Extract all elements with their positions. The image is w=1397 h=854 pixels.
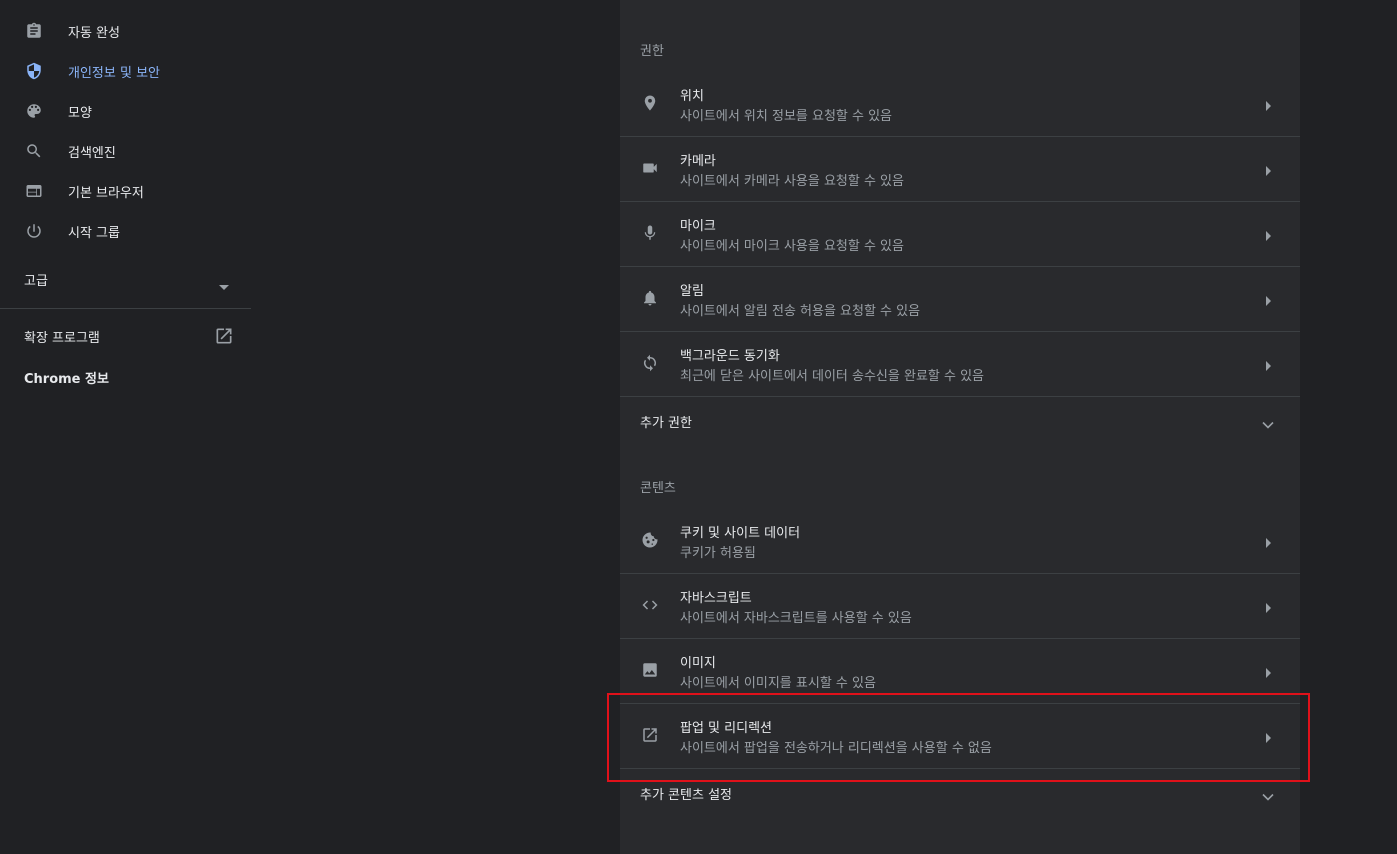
arrow-right-icon xyxy=(1264,357,1272,376)
sidebar-item-startup[interactable]: 시작 그룹 xyxy=(0,211,251,251)
chevron-down-icon xyxy=(1262,786,1274,805)
about-chrome-link[interactable]: Chrome 정보 xyxy=(24,368,109,387)
arrow-right-icon xyxy=(1264,227,1272,246)
row-title: 위치 xyxy=(680,89,704,104)
sidebar-item-label: 개인정보 및 보안 xyxy=(68,65,160,81)
search-icon xyxy=(24,141,44,161)
bell-icon xyxy=(640,288,660,308)
extensions-label: 확장 프로그램 xyxy=(24,331,100,346)
location-pin-icon xyxy=(640,93,660,113)
row-subtitle: 사이트에서 카메라 사용을 요청할 수 있음 xyxy=(680,174,904,189)
sidebar-item-label: 시작 그룹 xyxy=(68,225,120,241)
image-icon xyxy=(640,660,660,680)
row-title: 마이크 xyxy=(680,219,716,234)
highlight-box xyxy=(607,693,1310,782)
row-subtitle: 사이트에서 자바스크립트를 사용할 수 있음 xyxy=(680,611,912,626)
row-subtitle: 최근에 닫은 사이트에서 데이터 송수신을 완료할 수 있음 xyxy=(680,369,985,384)
microphone-icon xyxy=(640,223,660,243)
more-permissions-label: 추가 권한 xyxy=(640,416,692,431)
sidebar-item-privacy[interactable]: 개인정보 및 보안 xyxy=(0,51,251,91)
sidebar-item-autofill[interactable]: 자동 완성 xyxy=(0,11,251,51)
content-row-cookies[interactable]: 쿠키 및 사이트 데이터 쿠키가 허용됨 xyxy=(620,508,1300,573)
advanced-toggle[interactable]: 고급 xyxy=(0,259,251,299)
more-content-settings-label: 추가 콘텐츠 설정 xyxy=(640,788,732,803)
sidebar-item-search-engine[interactable]: 검색엔진 xyxy=(0,131,251,171)
more-permissions-toggle[interactable]: 추가 권한 xyxy=(620,397,1300,443)
row-title: 이미지 xyxy=(680,656,716,671)
row-title: 백그라운드 동기화 xyxy=(680,349,780,364)
sidebar-item-label: 자동 완성 xyxy=(68,25,120,41)
power-icon xyxy=(24,221,44,241)
content-row-javascript[interactable]: 자바스크립트 사이트에서 자바스크립트를 사용할 수 있음 xyxy=(620,573,1300,638)
sidebar-item-label: 기본 브라우저 xyxy=(68,185,144,201)
content-section-title: 콘텐츠 xyxy=(640,481,676,496)
palette-icon xyxy=(24,101,44,121)
row-subtitle: 쿠키가 허용됨 xyxy=(680,546,756,561)
row-subtitle: 사이트에서 알림 전송 허용을 요청할 수 있음 xyxy=(680,304,921,319)
arrow-right-icon xyxy=(1264,97,1272,116)
arrow-right-icon xyxy=(1264,664,1272,683)
browser-window-icon xyxy=(24,181,44,201)
sidebar-item-label: 검색엔진 xyxy=(68,145,116,161)
sidebar-item-appearance[interactable]: 모양 xyxy=(0,91,251,131)
arrow-right-icon xyxy=(1264,599,1272,618)
row-title: 알림 xyxy=(680,284,704,299)
sidebar-item-label: 모양 xyxy=(68,105,92,121)
caret-down-icon xyxy=(218,276,230,295)
permission-row-background-sync[interactable]: 백그라운드 동기화 최근에 닫은 사이트에서 데이터 송수신을 완료할 수 있음 xyxy=(620,331,1300,396)
permission-row-notifications[interactable]: 알림 사이트에서 알림 전송 허용을 요청할 수 있음 xyxy=(620,266,1300,331)
arrow-right-icon xyxy=(1264,292,1272,311)
arrow-right-icon xyxy=(1264,162,1272,181)
row-subtitle: 사이트에서 마이크 사용을 요청할 수 있음 xyxy=(680,239,904,254)
advanced-label: 고급 xyxy=(24,273,48,289)
sidebar: 자동 완성 개인정보 및 보안 모양 검색엔진 기본 브라우저 시작 그룹 고급 xyxy=(0,0,251,854)
extensions-link[interactable]: 확장 프로그램 xyxy=(0,318,251,354)
open-in-new-icon xyxy=(214,326,234,350)
cookie-icon xyxy=(640,530,660,550)
permission-row-camera[interactable]: 카메라 사이트에서 카메라 사용을 요청할 수 있음 xyxy=(620,136,1300,201)
code-brackets-icon xyxy=(640,595,660,615)
row-subtitle: 사이트에서 이미지를 표시할 수 있음 xyxy=(680,676,876,691)
autofill-clipboard-icon xyxy=(24,21,44,41)
permissions-section-title: 권한 xyxy=(640,44,664,59)
permission-row-location[interactable]: 위치 사이트에서 위치 정보를 요청할 수 있음 xyxy=(620,71,1300,136)
row-subtitle: 사이트에서 위치 정보를 요청할 수 있음 xyxy=(680,109,893,124)
sidebar-divider xyxy=(0,308,251,309)
arrow-right-icon xyxy=(1264,534,1272,553)
sync-icon xyxy=(640,353,660,373)
row-title: 자바스크립트 xyxy=(680,591,752,606)
row-title: 쿠키 및 사이트 데이터 xyxy=(680,526,801,541)
permission-row-microphone[interactable]: 마이크 사이트에서 마이크 사용을 요청할 수 있음 xyxy=(620,201,1300,266)
chevron-down-icon xyxy=(1262,414,1274,433)
camera-icon xyxy=(640,158,660,178)
shield-icon xyxy=(24,61,44,81)
sidebar-item-default-browser[interactable]: 기본 브라우저 xyxy=(0,171,251,211)
row-title: 카메라 xyxy=(680,154,716,169)
